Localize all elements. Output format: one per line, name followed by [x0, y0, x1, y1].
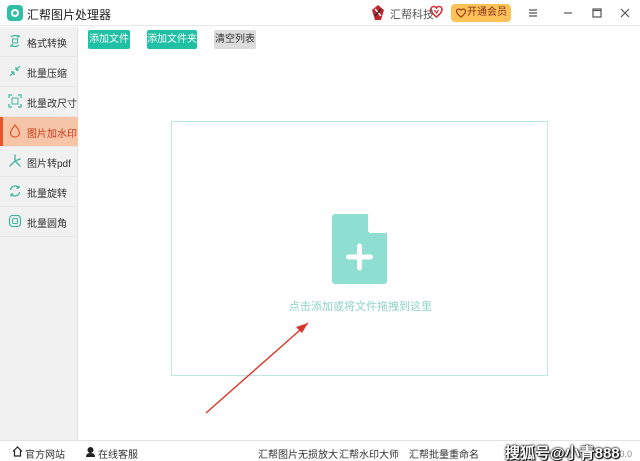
- maximize-icon[interactable]: [588, 4, 606, 22]
- sidebar-item-label: 图片转pdf: [27, 159, 71, 170]
- annotation-arrow-icon: [205, 322, 309, 414]
- drop-hint-text: 点击添加或将文件拖拽到这里: [289, 301, 432, 313]
- vip-heart-icon: [456, 8, 466, 18]
- sidebar-item-resize[interactable]: 批量改尺寸: [0, 87, 78, 117]
- add-file-button[interactable]: 添加文件: [88, 30, 130, 49]
- pdf-icon: [9, 154, 21, 167]
- customer-service-icon: [86, 447, 95, 457]
- footer: 官方网站 在线客服 汇帮图片无损放大 汇帮水印大师 汇帮批量重命名 版本：3.0…: [0, 440, 640, 461]
- close-icon[interactable]: [616, 4, 634, 22]
- title-bar: 汇帮图片处理器 汇帮科技 开通会员: [0, 0, 640, 26]
- online-support-link[interactable]: 在线客服: [98, 446, 138, 461]
- add-folder-button[interactable]: 添加文件夹: [147, 30, 197, 49]
- vip-label: 开通会员: [467, 7, 507, 18]
- official-website-link[interactable]: 官方网站: [25, 446, 65, 461]
- image-watermark-text: 搜狐号@小青888: [505, 445, 620, 461]
- vip-button[interactable]: 开通会员: [451, 4, 511, 22]
- add-file-icon: [332, 214, 387, 284]
- sidebar-item-rounded-corner[interactable]: 批量圆角: [0, 207, 78, 237]
- heart-icon[interactable]: [430, 5, 443, 19]
- app-title: 汇帮图片处理器: [27, 8, 112, 22]
- sidebar-item-to-pdf[interactable]: 图片转pdf: [0, 147, 78, 177]
- app-logo-icon: [7, 5, 23, 21]
- sidebar-item-compress[interactable]: 批量压缩: [0, 57, 78, 87]
- batch-rename-link[interactable]: 汇帮批量重命名: [409, 446, 479, 461]
- format-convert-icon: [10, 34, 20, 48]
- sidebar-item-label: 格式转换: [27, 39, 67, 50]
- sidebar-item-label: 批量压缩: [27, 69, 67, 80]
- lossless-upscale-link[interactable]: 汇帮图片无损放大: [258, 446, 338, 461]
- watermark-icon: [9, 124, 21, 138]
- brand-logo-icon: [372, 5, 384, 20]
- rotate-icon: [9, 185, 21, 197]
- menu-icon[interactable]: [524, 4, 542, 22]
- rounded-corner-icon: [8, 214, 22, 228]
- sidebar-item-format-convert[interactable]: 格式转换: [0, 27, 78, 57]
- sidebar-item-label: 批量改尺寸: [27, 99, 77, 110]
- sidebar-item-rotate[interactable]: 批量旋转: [0, 177, 78, 207]
- sidebar-item-label: 批量圆角: [27, 219, 67, 230]
- sidebar-item-watermark[interactable]: 图片加水印: [0, 117, 78, 147]
- sidebar-item-label: 批量旋转: [27, 189, 67, 200]
- compress-icon: [9, 65, 21, 77]
- brand-name: 汇帮科技: [390, 9, 434, 21]
- clear-list-button[interactable]: 清空列表: [214, 30, 256, 49]
- minimize-icon[interactable]: [559, 4, 577, 22]
- home-icon: [12, 446, 23, 457]
- watermark-master-link[interactable]: 汇帮水印大师: [339, 446, 399, 461]
- sidebar: 格式转换 批量压缩 批量改尺寸 图片加水印 图片转pdf 批量旋转 批量圆角: [0, 27, 78, 440]
- resize-icon: [8, 94, 22, 108]
- sidebar-item-label: 图片加水印: [27, 129, 77, 140]
